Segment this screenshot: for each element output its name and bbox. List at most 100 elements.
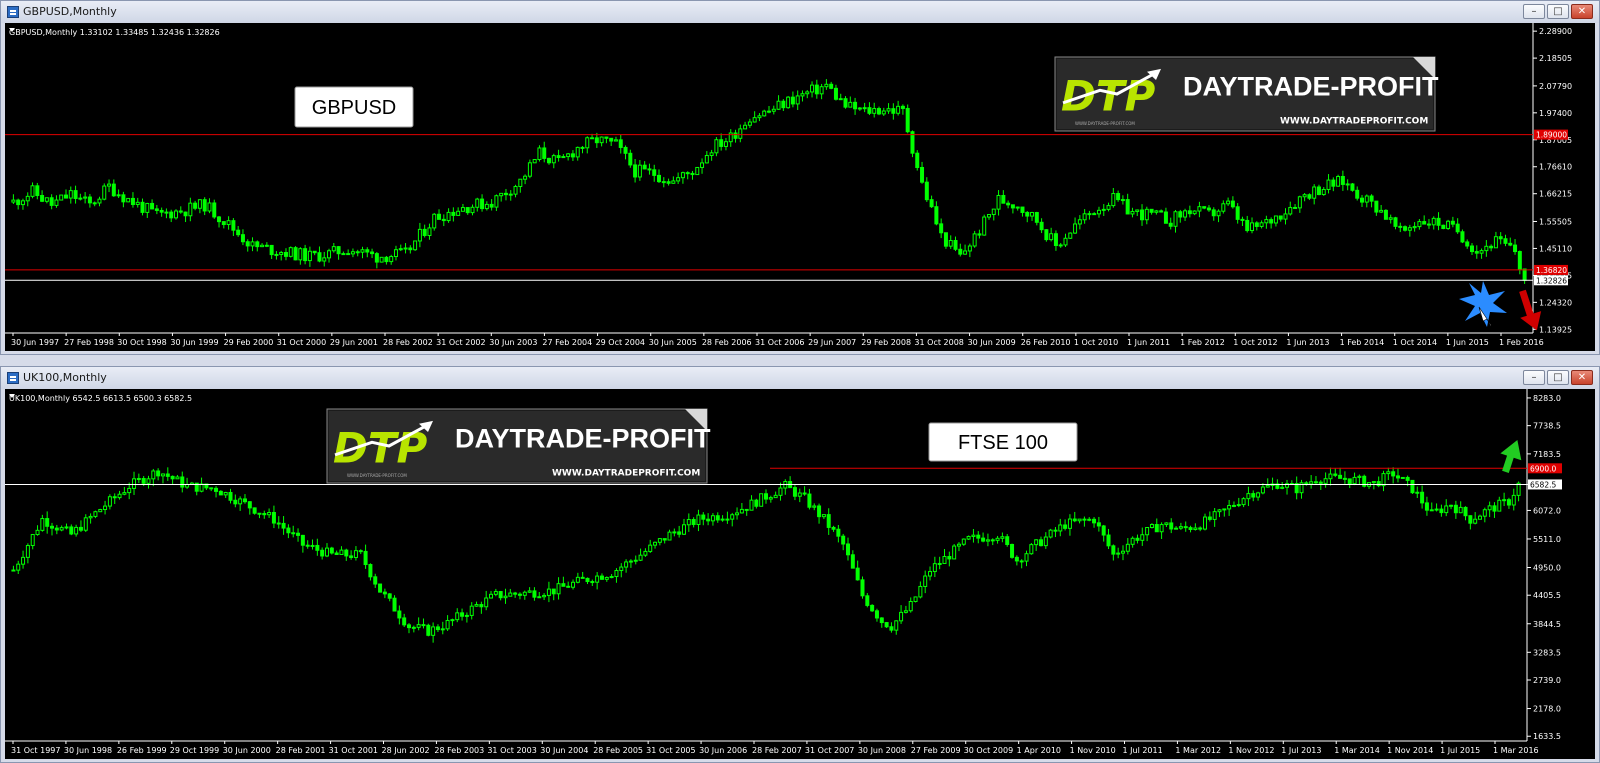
candle [1441,224,1446,230]
time-tick-label: 1 Jul 2015 [1440,746,1480,755]
level-price-label: 1.32826 [1536,276,1567,285]
candle-body [1316,186,1321,196]
candle-body [132,478,137,489]
candle [982,214,987,236]
candle-body [685,172,690,175]
candle-body [11,569,16,572]
candle-body [117,493,122,499]
candle-body [1207,516,1212,520]
candle-body [111,183,116,197]
candle-body [1513,244,1518,253]
candle-body [11,199,16,203]
candle-body [112,496,117,499]
candle-body [92,202,97,205]
minimize-button[interactable]: – [1523,4,1545,19]
maximize-button[interactable]: □ [1547,4,1569,19]
uk100-titlebar[interactable]: UK100,Monthly – □ ✕ [1,367,1599,389]
time-tick-label: 31 Oct 2003 [487,746,536,755]
time-tick-label: 26 Feb 1999 [117,746,167,755]
candle-body [715,515,720,521]
candle-body [797,492,802,497]
time-tick-label: 28 Feb 2003 [434,746,484,755]
candle-body [1029,544,1034,555]
candle-body [1130,537,1135,545]
candle-body [1455,223,1460,233]
candle-body [78,197,83,200]
candle-body [738,128,743,139]
candle-body [484,203,489,210]
candle-body [300,534,305,546]
candle-body [1493,236,1498,249]
gbpusd-window[interactable]: GBPUSD,Monthly – □ ✕ GBPUSD,Monthly 1.33… [0,0,1600,355]
candle-body [846,543,851,556]
minimize-icon: – [1531,6,1537,17]
candle-body [843,98,848,108]
candle-body [49,197,54,206]
candle-body [1193,527,1198,531]
candle-body [1024,553,1029,562]
candle-body [767,110,771,113]
candle-body [260,244,265,248]
candle-body [122,492,127,495]
candle-body [527,162,532,177]
candle-body [460,207,465,212]
candle-body [1236,504,1241,507]
candle-body [146,478,151,484]
candle [102,183,107,201]
candle-body [59,194,64,201]
candle-body [695,166,700,176]
time-tick-label: 28 Feb 2007 [752,746,802,755]
minimize-button[interactable]: – [1523,370,1545,385]
candle-body [838,98,843,101]
daytrade-profit-logo: DTP DAYTRADE-PROFIT WWW.DAYTRADEPROFIT.COM… [1054,56,1439,132]
candle-body [140,201,145,213]
candle-body [1149,208,1154,213]
uk100-window-title: UK100,Monthly [23,371,107,384]
candle-body [339,549,344,556]
maximize-icon: □ [1553,372,1563,383]
candle-body [1168,222,1173,227]
candle-body [1424,502,1429,511]
candle-body [1034,539,1039,546]
candle-body [720,518,725,521]
uk100-chart[interactable]: UK100,Monthly 6542.5 6613.5 6500.3 6582.… [5,389,1595,759]
candle-body [653,541,658,546]
candle-body [590,581,595,584]
time-tick-label: 1 Jul 2011 [1123,746,1163,755]
price-tick-label: 1633.5 [1533,732,1561,741]
candle-body [1077,518,1082,522]
candle-body [1159,524,1164,533]
close-button[interactable]: ✕ [1571,4,1593,19]
candle-body [1278,215,1283,220]
price-tick-label: 4405.5 [1533,591,1561,600]
candle [913,596,918,603]
candle [972,230,977,248]
candle-body [1307,194,1312,199]
candle-body [373,576,378,585]
candle-body [1326,179,1331,190]
candle-body [54,527,59,531]
gbpusd-chart-svg[interactable]: GBPUSD,Monthly 1.33102 1.33485 1.32436 1… [5,23,1595,351]
candle-body [585,577,590,583]
candle-body [1328,473,1333,480]
candle-body [1357,475,1362,478]
candle-body [1439,508,1444,514]
gbpusd-chart[interactable]: GBPUSD,Monthly 1.33102 1.33485 1.32436 1… [5,23,1595,351]
candle-body [1202,206,1207,209]
uk100-window[interactable]: UK100,Monthly – □ ✕ UK100,Monthly 6542.5… [0,366,1600,763]
candle-body [1159,210,1164,213]
candle-body [990,539,995,542]
candle-body [1386,471,1391,475]
candle-body [474,604,479,607]
candle-body [378,583,383,593]
candle-body [1302,194,1307,198]
candle [966,535,971,540]
uk100-chart-svg[interactable]: UK100,Monthly 6542.5 6613.5 6500.3 6582.… [5,389,1595,759]
maximize-button[interactable]: □ [1547,370,1569,385]
candle-body [1444,505,1449,514]
candle-body [1000,536,1005,539]
candle-body [16,563,21,571]
close-button[interactable]: ✕ [1571,370,1593,385]
gbpusd-titlebar[interactable]: GBPUSD,Monthly – □ ✕ [1,1,1599,23]
price-tick-label: 1.66215 [1539,190,1572,199]
